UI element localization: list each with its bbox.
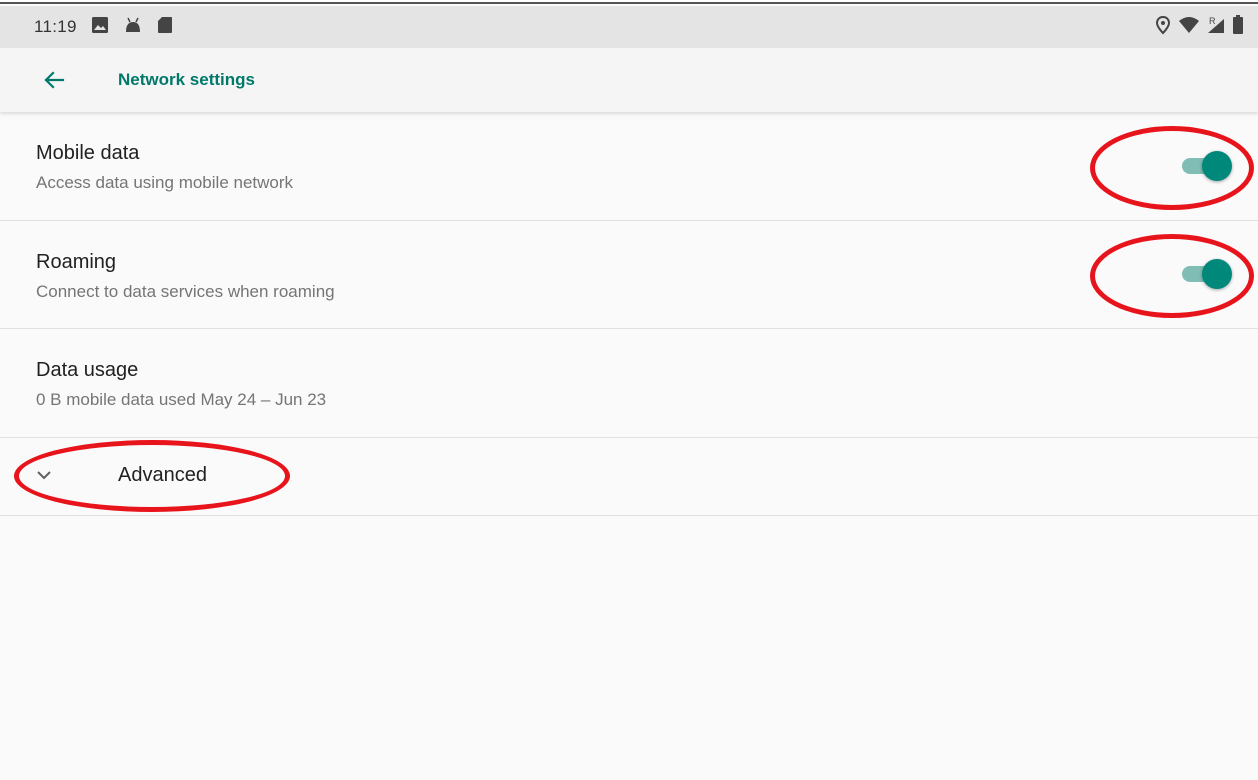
- data-usage-title: Data usage: [36, 359, 139, 381]
- data-usage-row[interactable]: Data usage 0 B mobile data used May 24 –…: [0, 329, 1258, 438]
- location-icon: [1154, 15, 1172, 40]
- mobile-data-toggle[interactable]: [1176, 149, 1234, 183]
- advanced-row[interactable]: Advanced: [0, 438, 1258, 516]
- status-bar: 11:19 R: [0, 6, 1258, 48]
- app-bar: Network settings: [0, 48, 1258, 112]
- advanced-label: Advanced: [118, 464, 207, 486]
- data-usage-subtitle: 0 B mobile data used May 24 – Jun 23: [36, 390, 327, 409]
- wifi-icon: [1178, 16, 1200, 39]
- sd-card-icon: [157, 16, 173, 39]
- roaming-toggle[interactable]: [1176, 257, 1234, 291]
- arrow-back-icon: [44, 71, 65, 89]
- signal-roaming-icon: R: [1206, 15, 1226, 40]
- chevron-down-icon: [36, 468, 52, 486]
- mobile-data-subtitle: Access data using mobile network: [36, 173, 294, 192]
- window-top-border: [0, 0, 1258, 4]
- page-title: Network settings: [118, 70, 255, 89]
- mobile-data-row[interactable]: Mobile data Access data using mobile net…: [0, 112, 1258, 221]
- battery-icon: [1232, 14, 1244, 40]
- mobile-data-title: Mobile data: [36, 142, 140, 164]
- roaming-title: Roaming: [36, 251, 117, 273]
- settings-list: Mobile data Access data using mobile net…: [0, 112, 1258, 516]
- android-icon: [123, 16, 143, 39]
- roaming-indicator: R: [1209, 16, 1216, 26]
- toggle-thumb: [1202, 259, 1232, 289]
- back-button[interactable]: [36, 62, 72, 98]
- toggle-thumb: [1202, 151, 1232, 181]
- image-icon: [91, 16, 109, 39]
- roaming-subtitle: Connect to data services when roaming: [36, 282, 335, 301]
- status-time: 11:19: [34, 17, 77, 36]
- roaming-row[interactable]: Roaming Connect to data services when ro…: [0, 221, 1258, 329]
- status-icons-right: R: [1154, 14, 1244, 40]
